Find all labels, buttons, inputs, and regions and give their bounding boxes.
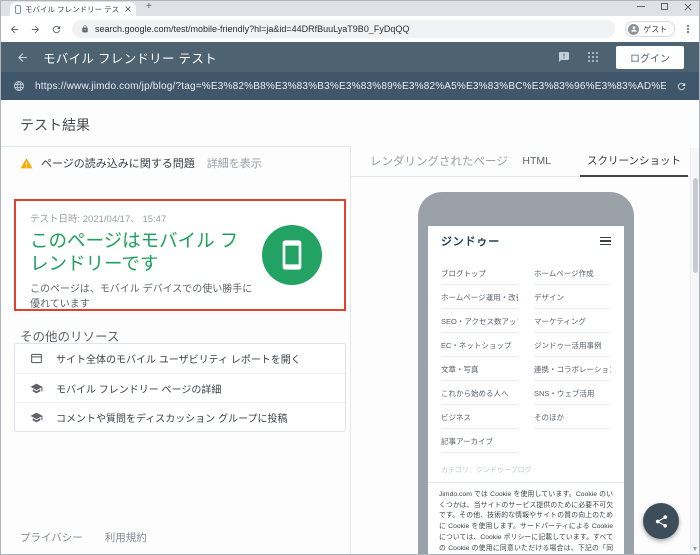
- divider: [350, 146, 351, 555]
- phone-screenshot: ジンドゥー ブログトップ ホームページ運用・改善 SEO・アクセス数アップ EC・ネッ…: [428, 226, 624, 555]
- feedback-icon[interactable]: [558, 51, 570, 63]
- terms-link[interactable]: 利用規約: [105, 530, 147, 545]
- phone-menu-item: これから始める人へ: [441, 381, 518, 405]
- browser-back-icon[interactable]: [9, 24, 20, 35]
- warning-icon: [20, 157, 33, 169]
- profile-label: ゲスト: [643, 24, 668, 34]
- tab-html[interactable]: HTML: [517, 155, 556, 167]
- test-date: テスト日時: 2021/04/17、 15:47: [30, 214, 167, 225]
- phone-menu-item: ホームページ作成: [534, 261, 611, 285]
- phone-menu-item: SNS・ウェブ活用: [534, 381, 611, 405]
- phone-menu-left: ブログトップ ホームページ運用・改善 SEO・アクセス数アップ EC・ネットショップ文…: [441, 261, 518, 453]
- browser-toolbar: search.google.com/test/mobile-friendly?h…: [0, 16, 700, 42]
- cookie-banner: Jimdo.com では Cookie を使用しています。Cookie のいくつ…: [428, 482, 624, 555]
- privacy-link[interactable]: プライバシー: [20, 530, 83, 545]
- scrollbar-down-icon[interactable]: [692, 547, 697, 551]
- warning-label: ページの読み込みに関する問題: [41, 158, 195, 170]
- phone-menu-item: 記事アーカイブ: [441, 429, 518, 453]
- window-minimize-icon[interactable]: [637, 6, 645, 7]
- share-icon: [655, 514, 667, 528]
- phone-menu-item: 連携・コラボレーション: [534, 357, 611, 381]
- page-title: テスト結果: [20, 117, 90, 133]
- phone-category-caption: カテゴリ：ジンドゥーブログ: [441, 467, 532, 474]
- phone-menu-item: ブログトップ: [441, 261, 518, 285]
- cookie-text: Jimdo.com では Cookie を使用しています。Cookie のいくつ…: [439, 491, 613, 552]
- window-close-icon[interactable]: [684, 2, 692, 11]
- omnibox-url: search.google.com/test/mobile-friendly?h…: [95, 24, 410, 34]
- verdict-text: このページはモバイル フレンドリーです: [30, 230, 239, 275]
- window-maximize-icon[interactable]: [661, 3, 668, 10]
- phone-menu: ブログトップ ホームページ運用・改善 SEO・アクセス数アップ EC・ネットショップ文…: [428, 256, 624, 453]
- preview-tab-bar: レンダリングされたページ HTML スクリーンショット: [351, 146, 700, 177]
- mobile-friendly-icon: [262, 225, 322, 285]
- resource-link-usability-report[interactable]: サイト全体のモバイル ユーザビリティ レポートを開く: [15, 344, 345, 373]
- rendered-page-label: レンダリングされたページ: [370, 156, 508, 168]
- browser-menu-icon[interactable]: [685, 24, 691, 34]
- school-icon: [30, 383, 43, 393]
- app-header: モバイル フレンドリー テスト ログイン: [0, 42, 700, 72]
- phone-menu-item: ジンドゥー活用事例: [534, 333, 611, 357]
- phone-menu-item: SEO・アクセス数アップ: [441, 309, 518, 333]
- warning-row: ページの読み込みに関する問題 詳細を表示: [20, 155, 262, 171]
- retest-icon[interactable]: [676, 81, 687, 92]
- lock-icon: [81, 25, 89, 33]
- divider: [0, 146, 350, 147]
- resource-link-discussion-group[interactable]: コメントや質問をディスカッション グループに投稿: [15, 402, 345, 431]
- tab-title: モバイル フレンドリー テスト - Googl: [25, 4, 121, 14]
- result-card-annotated: テスト日時: 2021/04/17、 15:47 このページはモバイル フレンド…: [14, 199, 346, 311]
- browser-forward-icon[interactable]: [30, 24, 41, 35]
- phone-menu-item: ホームページ運用・改善: [441, 285, 518, 309]
- jimdo-logo: ジンドゥー: [441, 236, 500, 248]
- page-content: テスト結果 ページの読み込みに関する問題 詳細を表示 テスト日時: 2021/0…: [0, 100, 700, 555]
- app-title: モバイル フレンドリー テスト: [43, 51, 217, 66]
- page-footer: プライバシー 利用規約: [20, 530, 147, 545]
- scrollbar[interactable]: [690, 148, 699, 554]
- tested-url-bar[interactable]: https://www.jimdo.com/jp/blog/?tag=%E3%8…: [0, 72, 700, 100]
- school-icon: [30, 412, 43, 422]
- resource-link-mobile-friendly-docs[interactable]: モバイル フレンドリー ページの詳細: [15, 373, 345, 402]
- avatar: [628, 23, 640, 35]
- phone-menu-item: 文章・写真: [441, 357, 518, 381]
- phone-menu-item: ビジネス: [441, 405, 518, 429]
- browser-reload-icon[interactable]: [51, 24, 62, 35]
- tab-close-icon[interactable]: [125, 6, 131, 12]
- verdict-description: このページは、モバイル デバイスでの使い勝手に優れています: [30, 283, 253, 310]
- phone-mockup: ジンドゥー ブログトップ ホームページ運用・改善 SEO・アクセス数アップ EC・ネッ…: [418, 192, 634, 555]
- tab-favicon-icon: [15, 4, 21, 14]
- phone-menu-item: マーケティング: [534, 309, 611, 333]
- resources-card: サイト全体のモバイル ユーザビリティ レポートを開く モバイル フレンドリー ペ…: [14, 343, 346, 432]
- globe-icon: [13, 80, 25, 92]
- hamburger-icon: [600, 236, 611, 246]
- tested-url-text: https://www.jimdo.com/jp/blog/?tag=%E3%8…: [35, 80, 666, 92]
- phone-menu-item: EC・ネットショップ: [441, 333, 518, 357]
- profile-button[interactable]: ゲスト: [625, 21, 676, 37]
- phone-menu-item: デザイン: [534, 285, 611, 309]
- app-back-icon[interactable]: [16, 51, 29, 64]
- warning-details-link[interactable]: 詳細を表示: [207, 155, 262, 171]
- google-apps-icon[interactable]: [587, 51, 598, 63]
- phone-menu-right: ホームページ作成 デザイン マーケティング ジンドゥー活用事例 連携・コラボレーション S…: [534, 261, 611, 453]
- browser-tab-strip: モバイル フレンドリー テスト - Googl +: [0, 0, 700, 16]
- report-icon: [31, 353, 42, 364]
- browser-tab[interactable]: モバイル フレンドリー テスト - Googl: [10, 2, 136, 16]
- share-button[interactable]: [643, 503, 679, 539]
- omnibox[interactable]: search.google.com/test/mobile-friendly?h…: [72, 20, 616, 38]
- phone-site-header: ジンドゥー: [428, 226, 624, 256]
- phone-menu-item: そのほか: [534, 405, 611, 429]
- login-button[interactable]: ログイン: [616, 45, 684, 69]
- new-tab-button[interactable]: +: [146, 1, 152, 12]
- scrollbar-thumb[interactable]: [692, 178, 698, 273]
- tab-screenshot[interactable]: スクリーンショット: [580, 146, 688, 177]
